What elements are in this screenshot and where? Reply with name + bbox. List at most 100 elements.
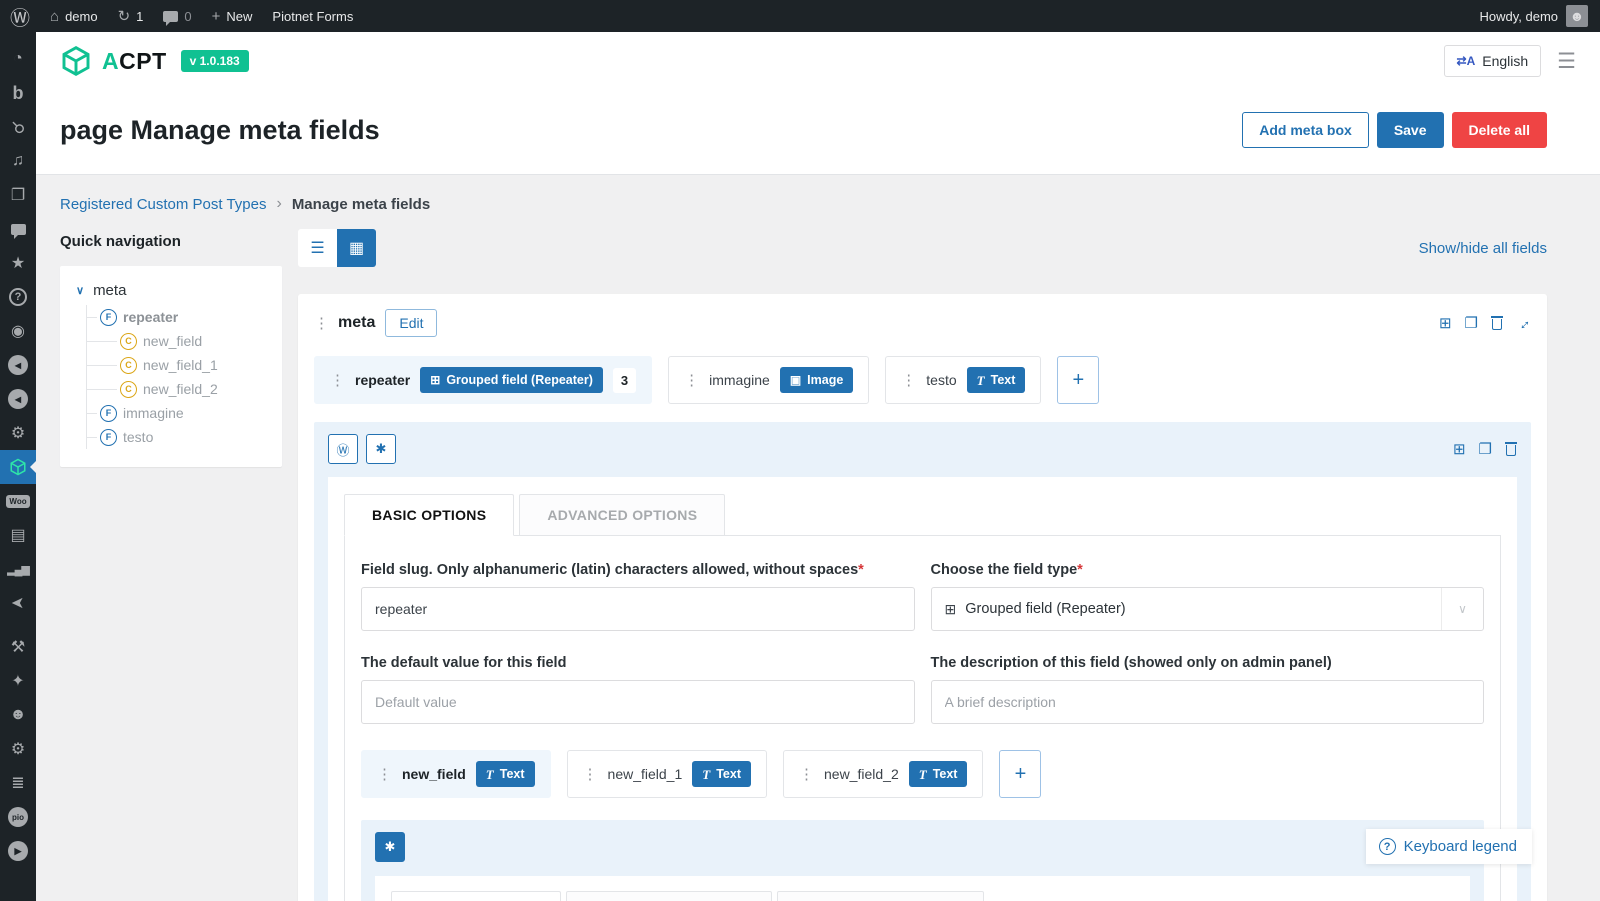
- drag-handle-icon[interactable]: ⋮: [314, 314, 329, 332]
- keyboard-legend-button[interactable]: ? Keyboard legend: [1365, 829, 1532, 864]
- sidebar-item-pages[interactable]: ❐: [0, 178, 36, 212]
- sidebar-item-location[interactable]: ◉: [0, 314, 36, 348]
- tree-item-testo[interactable]: F testo: [87, 425, 270, 449]
- sub-field-tab-new-field-2[interactable]: ⋮ new_field_2 T Text: [783, 750, 984, 798]
- delete-all-button[interactable]: Delete all: [1451, 112, 1547, 148]
- tab-conditional-logic[interactable]: CONDITIONAL LOGIC: [777, 891, 984, 901]
- sidebar-item-tools[interactable]: ⚙: [0, 732, 36, 766]
- tree-item-new-field-1[interactable]: C new_field_1: [87, 353, 270, 377]
- tab-basic-options[interactable]: BASIC OPTIONS: [391, 891, 562, 901]
- tab-basic-options[interactable]: BASIC OPTIONS: [344, 494, 515, 536]
- howdy-label[interactable]: Howdy, demo: [1479, 9, 1558, 24]
- tab-advanced-options[interactable]: ADVANCED OPTIONS: [519, 494, 726, 536]
- sidebar-item-b-plugin[interactable]: b: [0, 76, 36, 110]
- sidebar-item-marketing[interactable]: ➤: [0, 586, 36, 620]
- default-value-input[interactable]: [361, 680, 915, 724]
- field-name: immagine: [709, 372, 770, 388]
- language-selector[interactable]: ⇄A English: [1443, 45, 1542, 77]
- add-meta-box-button[interactable]: Add meta box: [1242, 112, 1369, 148]
- duplicate-icon[interactable]: ❐: [1479, 442, 1492, 457]
- field-type-select[interactable]: ⊞ Grouped field (Repeater) ∨: [930, 587, 1484, 631]
- drag-handle-icon: ⋮: [377, 766, 392, 783]
- add-field-button[interactable]: +: [1057, 356, 1100, 404]
- sidebar-item-users[interactable]: ☻: [0, 698, 36, 732]
- grid-view-button[interactable]: ▦: [337, 229, 376, 267]
- expand-icon[interactable]: ↔: [1512, 312, 1535, 335]
- description-input[interactable]: [930, 680, 1484, 724]
- user-avatar[interactable]: ☻: [1566, 5, 1588, 27]
- drag-handle-icon: ⋮: [330, 372, 345, 389]
- sidebar-item-acpt[interactable]: [0, 450, 36, 484]
- sidebar-item-media[interactable]: ♫: [0, 144, 36, 178]
- sidebar-item-settings[interactable]: ⚙: [0, 416, 36, 450]
- tree-item-new-field-2[interactable]: C new_field_2: [87, 377, 270, 401]
- sidebar-item-comments[interactable]: [0, 212, 36, 246]
- add-sub-field-button[interactable]: +: [999, 750, 1042, 798]
- trash-icon[interactable]: [1505, 442, 1517, 456]
- tree-item-immagine[interactable]: F immagine: [87, 401, 270, 425]
- sidebar-item-stats[interactable]: ▂▄▆: [0, 552, 36, 586]
- show-hide-all-fields-link[interactable]: Show/hide all fields: [1419, 240, 1547, 257]
- sidebar-item-woocommerce[interactable]: Woo: [0, 484, 36, 518]
- main-column: ☰ ▦ Show/hide all fields ⋮ meta Edit ⊞ ❐: [298, 229, 1547, 901]
- sidebar-item-play[interactable]: ▶: [0, 834, 36, 868]
- text-field-icon: T: [976, 372, 985, 388]
- breadcrumb-parent-link[interactable]: Registered Custom Post Types: [60, 196, 266, 213]
- sidebar-item-dashboard[interactable]: ◔: [0, 42, 36, 76]
- plus-icon: +: [1072, 368, 1085, 391]
- sub-field-tab-new-field-1[interactable]: ⋮ new_field_1 T Text: [566, 750, 767, 798]
- sidebar-item-star[interactable]: ★: [0, 246, 36, 280]
- duplicate-icon[interactable]: ❐: [1465, 316, 1478, 331]
- translate-icon: ⇄A: [1456, 54, 1476, 68]
- save-button[interactable]: Save: [1376, 112, 1444, 148]
- slug-input[interactable]: [361, 587, 915, 631]
- admin-bar-updates[interactable]: ↻ 1: [108, 0, 154, 32]
- list-view-button[interactable]: ☰: [298, 229, 337, 267]
- trash-icon[interactable]: [1491, 316, 1503, 330]
- edit-button[interactable]: Edit: [385, 309, 438, 337]
- meta-box-card: ⋮ meta Edit ⊞ ❐ ↔ ⋮ repeater ⊞ Grouped f…: [298, 294, 1547, 901]
- required-toggle-button[interactable]: ✱: [375, 832, 405, 862]
- hamburger-menu-icon[interactable]: ☰: [1557, 49, 1576, 74]
- copy-plus-icon[interactable]: ⊞: [1453, 442, 1466, 457]
- copy-plus-icon[interactable]: ⊞: [1439, 316, 1452, 331]
- sidebar-item-archive[interactable]: ▤: [0, 518, 36, 552]
- asterisk-icon: ✱: [384, 839, 396, 854]
- admin-bar-piotnet-forms[interactable]: Piotnet Forms: [262, 0, 363, 32]
- wordpress-logo-icon[interactable]: Ⓦ: [0, 2, 40, 31]
- sub-field-tab-new-field[interactable]: ⋮ new_field T Text: [361, 750, 551, 798]
- field-tab-testo[interactable]: ⋮ testo T Text: [885, 356, 1042, 404]
- tree-root-meta[interactable]: ∨ meta: [72, 282, 270, 299]
- repeater-editor-panel: Ⓦ ✱ ⊞ ❐ BASIC OPTIONS ADVANCED OPTIONS F…: [314, 422, 1531, 901]
- sidebar-item-piotnet[interactable]: pio: [0, 800, 36, 834]
- sidebar-item-options[interactable]: ≣: [0, 766, 36, 800]
- required-mark: *: [1077, 562, 1083, 578]
- tab-advanced-options[interactable]: ADVANCED OPTIONS: [566, 891, 773, 901]
- sidebar-item-video-alt[interactable]: ◀: [0, 382, 36, 416]
- wordpress-toggle-button[interactable]: Ⓦ: [328, 434, 358, 464]
- breadcrumb-current: Manage meta fields: [291, 195, 431, 213]
- page-title: page Manage meta fields: [60, 114, 380, 145]
- field-tab-immagine[interactable]: ⋮ immagine ▣ Image: [668, 356, 870, 404]
- field-type-label: Grouped field (Repeater): [446, 373, 593, 387]
- required-toggle-button[interactable]: ✱: [366, 434, 396, 464]
- field-name: repeater: [355, 372, 411, 388]
- keyboard-legend-label: Keyboard legend: [1403, 838, 1517, 855]
- admin-bar-site-menu[interactable]: ⌂ demo: [40, 0, 108, 32]
- panel-toolbar: Ⓦ ✱ ⊞ ❐: [328, 434, 1517, 464]
- video-alt-icon: ◀: [8, 389, 28, 409]
- sidebar-item-help[interactable]: ?: [0, 280, 36, 314]
- sidebar-item-video[interactable]: ◀: [0, 348, 36, 382]
- tree-item-new-field[interactable]: C new_field: [87, 329, 270, 353]
- sidebar-item-plugins[interactable]: ✦: [0, 664, 36, 698]
- acpt-brand[interactable]: ACPT v 1.0.183: [60, 45, 249, 77]
- sidebar-item-tools-hammer[interactable]: ⚒: [0, 630, 36, 664]
- admin-bar-new[interactable]: + New: [202, 0, 263, 32]
- view-toolbar: ☰ ▦ Show/hide all fields: [298, 229, 1547, 267]
- sidebar-item-pin[interactable]: ⚲: [0, 110, 36, 144]
- field-tabs-row: ⋮ repeater ⊞ Grouped field (Repeater) 3 …: [298, 350, 1547, 422]
- field-tab-repeater[interactable]: ⋮ repeater ⊞ Grouped field (Repeater) 3: [314, 356, 653, 404]
- tree-item-repeater[interactable]: F repeater: [87, 305, 270, 329]
- field-badge-icon: F: [100, 308, 117, 326]
- admin-bar-comments[interactable]: 0: [153, 0, 201, 32]
